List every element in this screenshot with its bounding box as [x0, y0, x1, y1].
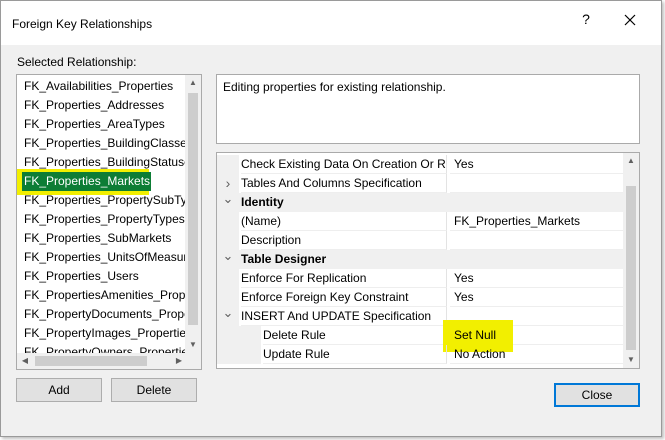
list-item-label: FK_PropertyOwners_Properties — [24, 345, 187, 353]
row-gutter — [217, 269, 239, 288]
grid-scroll-up-arrow-icon[interactable]: ▲ — [623, 153, 639, 169]
property-name: Description — [241, 231, 447, 250]
property-value[interactable]: Yes — [450, 269, 623, 288]
list-item-label: FK_PropertiesAmenities_Properties — [24, 288, 187, 302]
row-gutter — [217, 155, 239, 174]
scroll-up-arrow-icon[interactable]: ▲ — [185, 75, 201, 91]
property-category-row[interactable]: ⌄ Identity — [217, 192, 623, 212]
description-text: Editing properties for existing relation… — [223, 80, 446, 94]
list-item[interactable]: FK_PropertyImages_Properties — [24, 324, 187, 343]
property-value[interactable] — [450, 174, 623, 193]
property-value[interactable]: FK_Properties_Markets — [450, 212, 623, 231]
add-button[interactable]: Add — [16, 378, 102, 402]
row-gutter — [217, 212, 239, 231]
list-horizontal-scrollbar[interactable]: ◀ ▶ — [17, 353, 187, 369]
property-row[interactable]: Enforce For Replication Yes — [217, 269, 623, 288]
property-row[interactable]: Update Rule No Action — [217, 345, 623, 364]
property-value[interactable]: Yes — [450, 288, 623, 307]
category-label: Table Designer — [241, 252, 327, 266]
grid-scroll-down-arrow-icon[interactable]: ▼ — [623, 352, 639, 368]
foreign-key-relationships-dialog: Foreign Key Relationships ? Selected Rel… — [0, 0, 662, 437]
chevron-down-icon[interactable]: ⌄ — [217, 249, 239, 269]
grid-vertical-scroll-thumb[interactable] — [626, 186, 636, 350]
scroll-down-arrow-icon[interactable]: ▼ — [185, 337, 201, 353]
property-row[interactable]: Check Existing Data On Creation Or Re-En… — [217, 155, 623, 174]
list-item[interactable]: FK_PropertiesAmenities_Properties — [24, 286, 187, 305]
list-item[interactable]: FK_PropertyDocuments_Properties — [24, 305, 187, 324]
delete-button[interactable]: Delete — [111, 378, 197, 402]
list-item-label: FK_Properties_Users — [24, 269, 139, 283]
scrollbar-corner — [185, 353, 201, 369]
property-grid-rows: Check Existing Data On Creation Or Re-En… — [217, 153, 623, 368]
help-button[interactable]: ? — [577, 11, 595, 27]
list-item-label: FK_Properties_BuildingStatuses — [24, 155, 187, 169]
row-gutter — [217, 326, 239, 345]
property-row[interactable]: Description — [217, 231, 623, 250]
property-name: Tables And Columns Specification — [241, 174, 447, 193]
property-value[interactable] — [450, 231, 623, 250]
list-item-label: FK_PropertyImages_Properties — [24, 326, 187, 340]
grid-vertical-scrollbar[interactable]: ▲ ▼ — [623, 153, 639, 368]
list-vertical-scrollbar[interactable]: ▲ ▼ — [185, 75, 201, 353]
property-name: Update Rule — [263, 345, 447, 364]
property-name: (Name) — [241, 212, 447, 231]
list-item-label: FK_Properties_Markets — [24, 174, 151, 188]
close-icon[interactable] — [619, 9, 641, 31]
category-label: Identity — [241, 195, 284, 209]
chevron-down-icon[interactable]: ⌄ — [217, 192, 239, 212]
relationship-listbox[interactable]: FK_Availabilities_Properties FK_Propertie… — [16, 74, 202, 370]
property-name: Enforce Foreign Key Constraint — [241, 288, 447, 307]
row-indent-gutter — [239, 345, 261, 364]
property-value[interactable]: Yes — [450, 155, 623, 174]
relationship-description-box: Editing properties for existing relation… — [216, 74, 640, 144]
chevron-down-icon[interactable]: ⌄ — [217, 306, 239, 326]
property-value: Set Null — [454, 328, 497, 342]
list-item[interactable]: FK_Properties_Users — [24, 267, 139, 286]
list-item-label: FK_Properties_UnitsOfMeasure — [24, 250, 187, 264]
list-item-label: FK_Properties_BuildingClasses — [24, 136, 187, 150]
list-item[interactable]: FK_Properties_Addresses — [24, 96, 164, 115]
delete-rule-value[interactable]: Set Null — [443, 320, 623, 352]
list-item-label: FK_Properties_PropertySubTypes — [24, 193, 187, 207]
property-row[interactable]: › Tables And Columns Specification — [217, 174, 623, 193]
row-indent-gutter — [239, 326, 261, 345]
selected-relationship-label: Selected Relationship: — [17, 55, 137, 69]
scroll-left-arrow-icon[interactable]: ◀ — [17, 353, 33, 369]
list-item-label: FK_Properties_AreaTypes — [24, 117, 165, 131]
property-row[interactable]: Delete Rule Set Null — [217, 320, 623, 352]
property-name: Delete Rule — [263, 326, 447, 345]
property-row[interactable]: Enforce Foreign Key Constraint Yes — [217, 288, 623, 307]
relationship-list: FK_Availabilities_Properties FK_Propertie… — [17, 75, 187, 353]
property-grid[interactable]: Check Existing Data On Creation Or Re-En… — [216, 152, 640, 369]
list-item-label: FK_Properties_PropertyTypes — [24, 212, 185, 226]
list-item[interactable]: FK_Properties_UnitsOfMeasure — [24, 248, 187, 267]
property-name: INSERT And UPDATE Specification — [241, 307, 447, 326]
list-item[interactable]: FK_Properties_AreaTypes — [24, 115, 165, 134]
property-row[interactable]: (Name) FK_Properties_Markets — [217, 212, 623, 231]
list-item-label: FK_Properties_Addresses — [24, 98, 165, 112]
list-item[interactable]: FK_Properties_PropertySubTypes — [24, 191, 187, 210]
property-name: Check Existing Data On Creation Or Re-En… — [241, 155, 447, 174]
title-bar[interactable]: Foreign Key Relationships ? — [1, 1, 661, 45]
list-item[interactable]: FK_Properties_SubMarkets — [24, 229, 171, 248]
list-item[interactable]: FK_Properties_PropertyTypes — [24, 210, 185, 229]
list-vertical-scroll-thumb[interactable] — [188, 93, 198, 325]
property-row[interactable]: ⌄ INSERT And UPDATE Specification — [217, 306, 623, 326]
property-name: Enforce For Replication — [241, 269, 447, 288]
list-item[interactable]: FK_Availabilities_Properties — [24, 77, 173, 96]
property-value[interactable]: No Action — [450, 345, 623, 364]
close-button[interactable]: Close — [554, 383, 640, 407]
list-item-label: FK_PropertyDocuments_Properties — [24, 307, 187, 321]
list-horizontal-scroll-thumb[interactable] — [35, 356, 147, 366]
list-item-label: FK_Properties_SubMarkets — [24, 231, 172, 245]
dialog-title: Foreign Key Relationships — [12, 17, 153, 31]
property-category-row[interactable]: ⌄ Table Designer — [217, 249, 623, 269]
row-gutter — [217, 345, 239, 364]
list-item[interactable]: FK_PropertyOwners_Properties — [24, 343, 187, 353]
list-item[interactable]: FK_Properties_Markets — [17, 169, 151, 195]
list-item-label: FK_Availabilities_Properties — [24, 79, 174, 93]
list-item[interactable]: FK_Properties_BuildingClasses — [24, 134, 187, 153]
